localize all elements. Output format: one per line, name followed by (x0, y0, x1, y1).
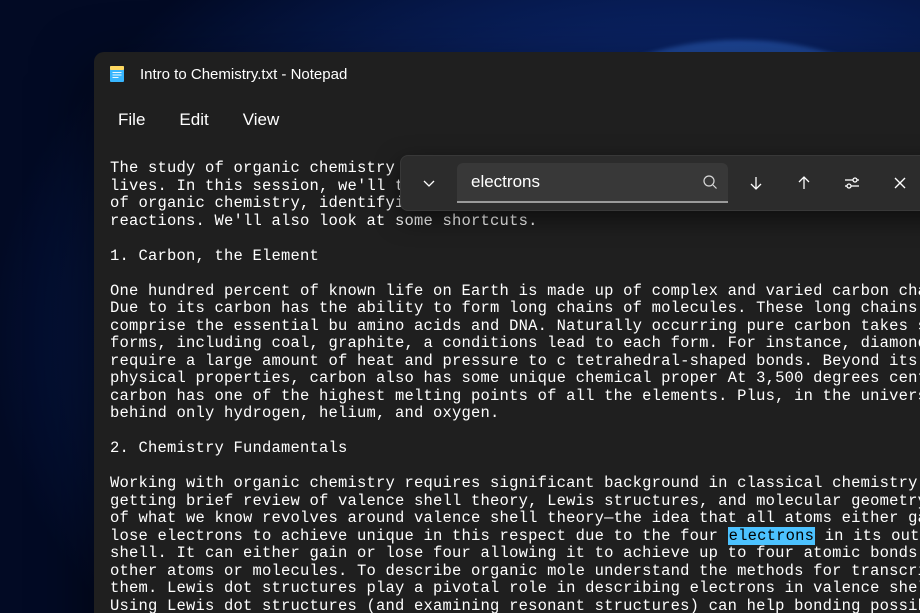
find-next-button[interactable] (736, 163, 776, 203)
menu-file[interactable]: File (102, 102, 161, 138)
menu-edit[interactable]: Edit (163, 102, 224, 138)
arrow-up-icon (795, 174, 813, 192)
arrow-down-icon (747, 174, 765, 192)
notepad-icon (108, 65, 126, 83)
search-icon (702, 174, 718, 190)
notepad-window: Intro to Chemistry.txt - Notepad File Ed… (94, 52, 920, 613)
text-content[interactable]: The study of organic chemistry and its r… (94, 144, 920, 613)
find-expand-button[interactable] (409, 163, 449, 203)
menu-view[interactable]: View (227, 102, 296, 138)
find-options-button[interactable] (832, 163, 872, 203)
find-previous-button[interactable] (784, 163, 824, 203)
find-close-button[interactable] (880, 163, 920, 203)
editor-area: The study of organic chemistry and its r… (94, 144, 920, 613)
search-match-highlight: electrons (728, 527, 816, 545)
titlebar[interactable]: Intro to Chemistry.txt - Notepad (94, 52, 920, 96)
sliders-icon (843, 174, 861, 192)
chevron-down-icon (421, 175, 437, 191)
find-input-wrap[interactable] (457, 163, 728, 203)
close-icon (892, 175, 908, 191)
find-input[interactable] (471, 172, 692, 192)
desktop-background: Intro to Chemistry.txt - Notepad File Ed… (0, 0, 920, 613)
find-bar (400, 155, 920, 211)
window-title: Intro to Chemistry.txt - Notepad (140, 66, 347, 83)
menubar: File Edit View (94, 96, 920, 144)
